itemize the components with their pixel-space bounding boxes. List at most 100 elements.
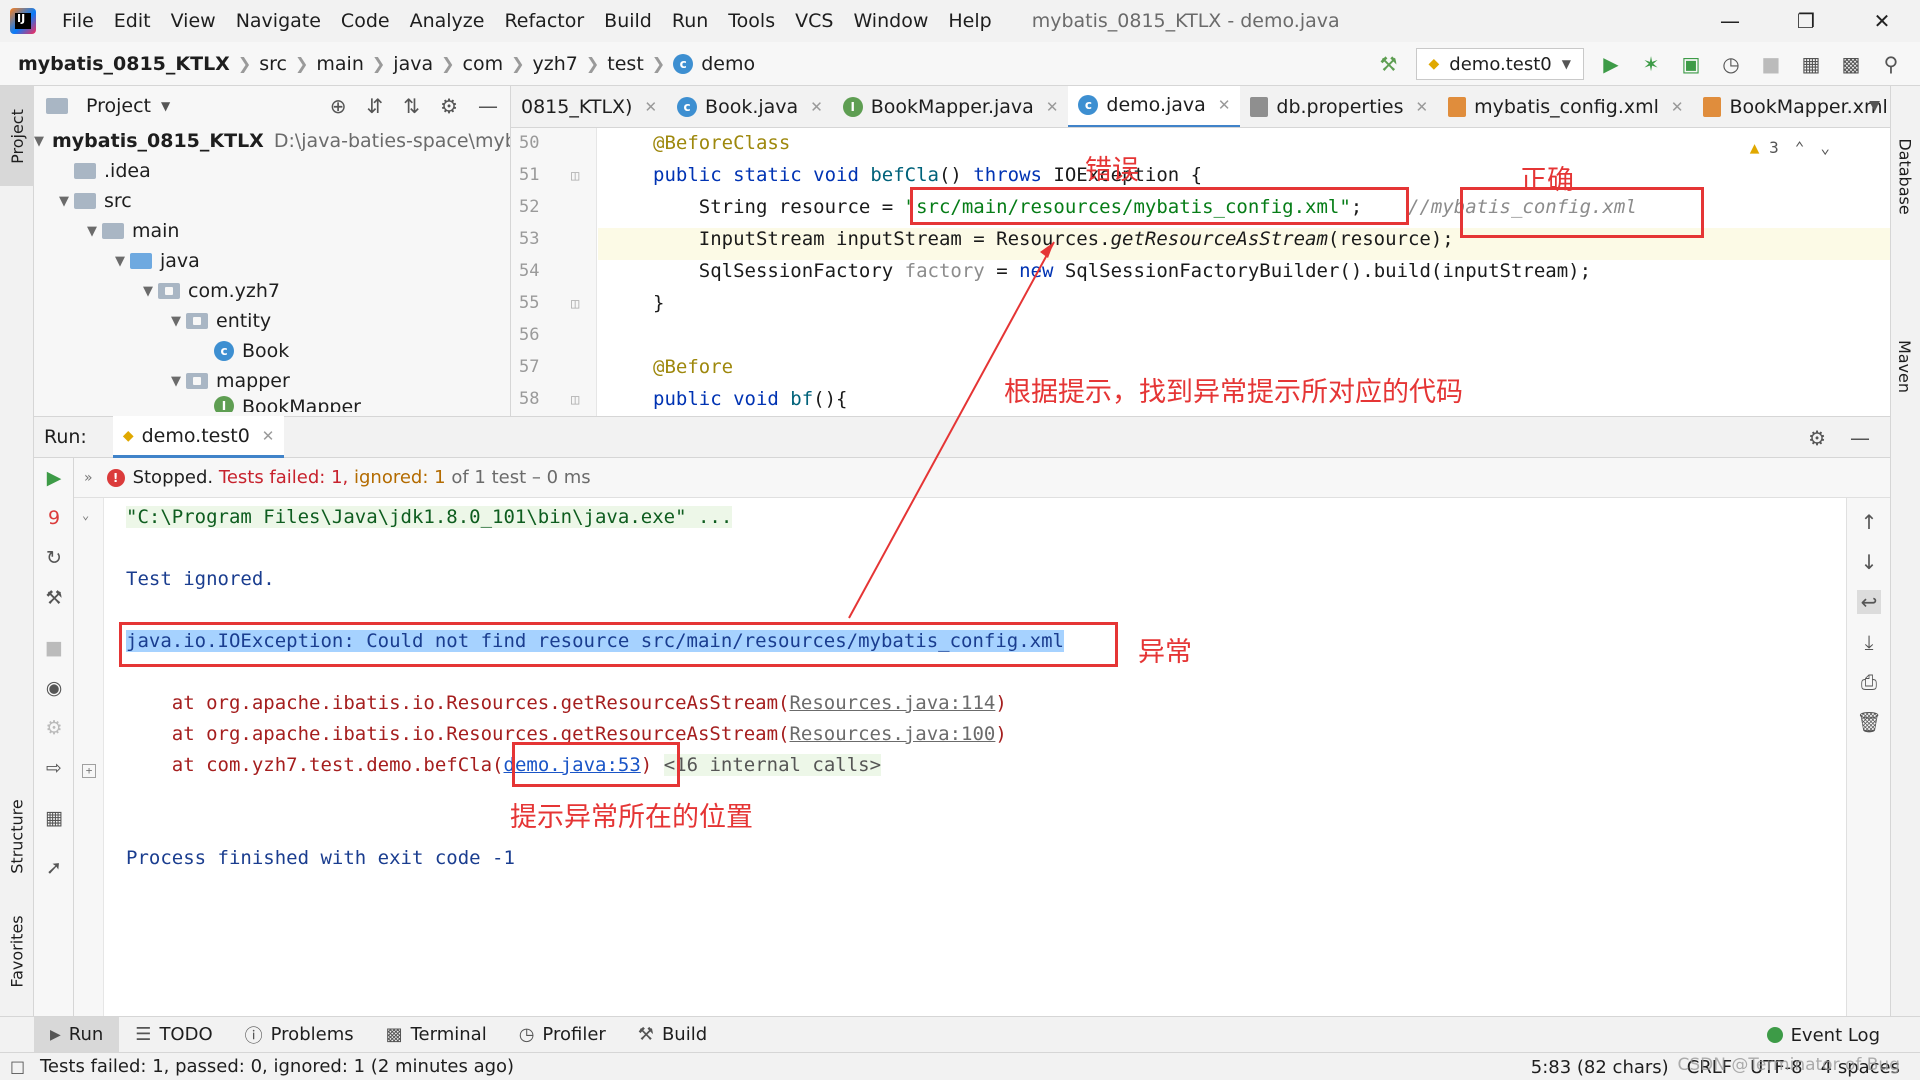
rerun-failed-icon[interactable]: 9 — [42, 506, 66, 530]
breadcrumb-yzh7[interactable]: yzh7 — [533, 53, 578, 75]
stop-icon[interactable]: ■ — [42, 636, 66, 660]
arrow-up-icon[interactable]: ↑ — [1857, 510, 1881, 534]
tree-item-idea[interactable]: .idea — [34, 156, 510, 186]
menu-vcs[interactable]: VCS — [785, 0, 843, 42]
soft-wrap-icon[interactable]: ↩ — [1857, 590, 1881, 614]
close-icon[interactable]: ✕ — [1671, 98, 1684, 116]
tab-project-partial[interactable]: 0815_KTLX) ✕ — [511, 86, 667, 127]
locate-file-icon[interactable]: ⊕ — [330, 94, 347, 118]
breadcrumb-java[interactable]: java — [393, 53, 433, 75]
project-structure-icon[interactable]: ▦ — [1798, 51, 1824, 77]
stack-trace-link[interactable]: Resources.java:100 — [789, 723, 995, 745]
inspection-widget[interactable]: ▲ 3 ⌃ ⌄ — [1750, 138, 1830, 157]
menu-tools[interactable]: Tools — [718, 0, 785, 42]
rerun-icon[interactable]: ▶ — [42, 466, 66, 490]
tool-window-maven[interactable]: Maven — [1890, 316, 1920, 416]
internal-calls-fold[interactable]: <16 internal calls> — [663, 754, 882, 776]
tool-window-structure[interactable]: Structure — [0, 776, 34, 896]
tree-item-java[interactable]: ▼ java — [34, 246, 510, 276]
camera-icon[interactable]: ◉ — [42, 676, 66, 700]
console-output[interactable]: ⌄ + "C:\Program Files\Java\jdk1.8.0_101\… — [74, 498, 1846, 1016]
breadcrumb-project[interactable]: mybatis_0815_KTLX — [18, 53, 230, 75]
bottom-tab-terminal[interactable]: ▩ Terminal — [370, 1017, 503, 1053]
tree-item-root[interactable]: ▼ mybatis_0815_KTLX D:\java-baties-space… — [34, 126, 510, 156]
profile-icon[interactable]: ◷ — [1718, 51, 1744, 77]
exit-icon[interactable]: ⇨ — [42, 756, 66, 780]
close-icon[interactable]: ✕ — [644, 98, 657, 116]
run-icon[interactable]: ▶ — [1598, 51, 1624, 77]
breadcrumb-main[interactable]: main — [316, 53, 363, 75]
chevron-down-icon[interactable]: ▼ — [161, 99, 170, 113]
menu-analyze[interactable]: Analyze — [400, 0, 495, 42]
warning-count[interactable]: ▲ 3 — [1750, 138, 1779, 157]
tree-item-bookmapper[interactable]: I BookMapper — [34, 396, 510, 412]
chevron-down-icon[interactable]: ▼ — [1869, 98, 1880, 114]
tool-window-project[interactable]: Project — [0, 86, 34, 186]
run-configuration-select[interactable]: ◆ demo.test0 ▼ — [1415, 48, 1584, 80]
tab-db-properties[interactable]: db.properties ✕ — [1240, 86, 1438, 127]
collapse-all-icon[interactable]: ⇅ — [403, 94, 420, 118]
tree-item-main[interactable]: ▼ main — [34, 216, 510, 246]
tab-mybatis-config-xml[interactable]: mybatis_config.xml ✕ — [1438, 86, 1693, 127]
expand-icon[interactable]: » — [84, 470, 93, 486]
pin-icon[interactable]: ➚ — [42, 856, 66, 880]
menu-file[interactable]: File — [52, 0, 104, 42]
tab-book-java[interactable]: c Book.java ✕ — [667, 86, 833, 127]
close-icon[interactable]: ✕ — [810, 98, 823, 116]
project-panel-title[interactable]: Project — [86, 95, 151, 117]
bottom-tab-profiler[interactable]: ◷ Profiler — [503, 1017, 622, 1053]
status-message[interactable]: Tests failed: 1, passed: 0, ignored: 1 (… — [40, 1056, 514, 1077]
close-icon[interactable]: ✕ — [1218, 96, 1231, 114]
menu-run[interactable]: Run — [662, 0, 718, 42]
bottom-tab-run[interactable]: ▶ Run — [34, 1016, 120, 1053]
gear-icon[interactable]: ⚙ — [440, 94, 458, 118]
chevron-down-icon[interactable]: ⌄ — [82, 508, 89, 522]
menu-navigate[interactable]: Navigate — [226, 0, 331, 42]
bottom-tab-problems[interactable]: ⓘ Problems — [229, 1017, 370, 1053]
breadcrumb-com[interactable]: com — [463, 53, 504, 75]
menu-edit[interactable]: Edit — [104, 0, 161, 42]
menu-help[interactable]: Help — [938, 0, 1001, 42]
chevron-down-icon[interactable]: ⌄ — [1820, 138, 1830, 157]
layout-icon[interactable]: ▦ — [42, 806, 66, 830]
tree-item-entity[interactable]: ▼ entity — [34, 306, 510, 336]
bottom-tab-todo[interactable]: ☰ TODO — [119, 1017, 228, 1053]
caret-position[interactable]: 5:83 (82 chars) — [1531, 1057, 1669, 1078]
fold-icon[interactable]: ◫ — [571, 296, 579, 312]
toggle-auto-test-icon[interactable]: ↻ — [42, 546, 66, 570]
restore-icon[interactable]: ❐ — [1768, 0, 1844, 42]
layout-icon[interactable]: ▩ — [1838, 51, 1864, 77]
close-icon[interactable]: ✕ — [1416, 98, 1429, 116]
stop-icon[interactable]: ■ — [1758, 51, 1784, 77]
print-icon[interactable]: ⎙ — [1857, 670, 1881, 694]
scroll-to-end-icon[interactable]: ⤓ — [1857, 630, 1881, 654]
wrench-icon[interactable]: ⚒ — [42, 586, 66, 610]
trash-icon[interactable]: 🗑 — [1856, 710, 1881, 734]
event-log-button[interactable]: Event Log — [1766, 1017, 1880, 1053]
coverage-icon[interactable]: ▣ — [1678, 51, 1704, 77]
breadcrumb-demo[interactable]: demo — [701, 53, 755, 75]
build-hammer-icon[interactable]: ⚒ — [1376, 51, 1402, 77]
run-tab-demo-test0[interactable]: ◆ demo.test0 ✕ — [112, 416, 285, 458]
menu-view[interactable]: View — [161, 0, 226, 42]
search-icon[interactable]: ⚲ — [1878, 51, 1904, 77]
tree-item-com-yzh7[interactable]: ▼ com.yzh7 — [34, 276, 510, 306]
tab-bookmapper-java[interactable]: I BookMapper.java ✕ — [833, 86, 1069, 127]
breadcrumb-test[interactable]: test — [607, 53, 644, 75]
fold-icon[interactable]: ◫ — [571, 392, 579, 408]
minimize-icon[interactable]: — — [1692, 0, 1768, 42]
debug-icon[interactable]: ✶ — [1638, 51, 1664, 77]
tool-window-favorites[interactable]: Favorites — [0, 896, 34, 1006]
menu-build[interactable]: Build — [594, 0, 662, 42]
tree-item-mapper[interactable]: ▼ mapper — [34, 366, 510, 396]
stack-trace-link[interactable]: Resources.java:114 — [789, 692, 995, 714]
tool-window-database[interactable]: Database — [1890, 106, 1920, 246]
settings-icon[interactable]: ⚙ — [42, 716, 66, 740]
hide-icon[interactable]: — — [1850, 426, 1870, 450]
expand-all-icon[interactable]: ⇵ — [367, 94, 384, 118]
menu-code[interactable]: Code — [331, 0, 400, 42]
close-icon[interactable]: ✕ — [262, 427, 275, 445]
hide-icon[interactable]: — — [478, 94, 498, 118]
tree-item-book[interactable]: c Book — [34, 336, 510, 366]
close-icon[interactable]: ✕ — [1046, 98, 1059, 116]
